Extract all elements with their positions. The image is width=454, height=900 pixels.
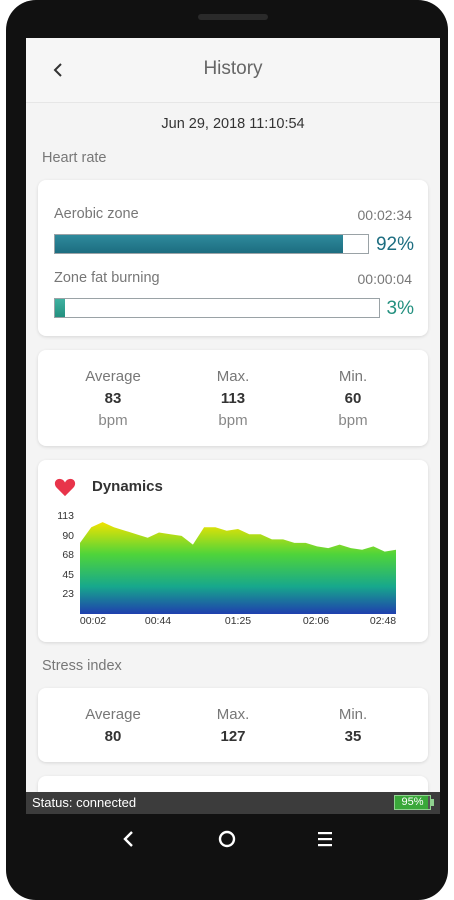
stat-value: 113	[220, 390, 246, 407]
zone-name-aerobic: Aerobic zone	[54, 206, 139, 222]
system-nav-bar	[6, 814, 454, 864]
stat-label: Max.	[216, 368, 250, 385]
stat-value: 35	[344, 728, 362, 745]
stat-unit: bpm	[338, 412, 368, 429]
stat-max: Max. 113 bpm	[173, 366, 293, 432]
dynamics-card: Dynamics 113 90 68 45 23 00:02 00:44 01:…	[38, 460, 428, 642]
x-tick-label: 00:44	[144, 615, 172, 627]
battery-indicator: 95%	[394, 795, 431, 810]
stat-average: Average 83 bpm	[53, 366, 173, 432]
stat-label: Min.	[338, 368, 368, 385]
stat-unit: bpm	[98, 412, 128, 429]
nav-menu-icon	[318, 832, 332, 847]
stress-stat-average: Average 80	[53, 704, 173, 748]
nav-home-button[interactable]	[212, 824, 242, 854]
fat-burning-zone-bar	[54, 298, 380, 318]
heart-zones-card: Aerobic zone 00:02:34 92% Zone fat burni…	[38, 180, 428, 336]
speaker-grille	[198, 14, 268, 20]
y-tick-label: 113	[57, 510, 74, 522]
fat-burning-zone-bar-fill	[55, 299, 65, 317]
stat-label: Average	[85, 368, 141, 385]
y-tick-label: 68	[62, 549, 74, 561]
stress-stats-card: Average 80 Max. 127 Min. 35	[38, 688, 428, 762]
page-title: History	[203, 58, 263, 79]
connection-status-text: Status: connected	[32, 795, 137, 810]
aerobic-zone-percent: 92%	[375, 234, 414, 255]
connection-status-bar: Status: connected 95%	[26, 792, 440, 814]
nav-menu-button[interactable]	[310, 824, 340, 854]
y-tick-label: 23	[62, 588, 74, 600]
dynamics-title: Dynamics	[92, 478, 163, 495]
aerobic-zone-bar	[54, 234, 369, 254]
heart-rate-label: Heart rate	[42, 150, 107, 166]
stat-unit: bpm	[218, 412, 248, 429]
x-tick-label: 01:25	[224, 615, 252, 627]
heart-icon	[54, 478, 76, 497]
aerobic-zone-bar-fill	[55, 235, 343, 253]
app-header: History	[26, 38, 440, 103]
x-tick-label: 02:06	[302, 615, 330, 627]
stress-stat-min: Min. 35	[293, 704, 413, 748]
session-date: Jun 29, 2018 11:10:54	[161, 116, 305, 132]
zone-name-fat-burning: Zone fat burning	[54, 270, 160, 286]
phone-frame: History Jun 29, 2018 11:10:54 Heart rate…	[6, 0, 448, 900]
stress-index-label: Stress index	[42, 658, 122, 674]
zone-time-fat-burning: 00:00:04	[357, 271, 413, 287]
nav-home-icon	[218, 830, 236, 848]
nav-back-button[interactable]	[114, 824, 144, 854]
stat-label: Average	[85, 706, 141, 723]
stat-value: 60	[344, 390, 362, 407]
stat-label: Min.	[338, 706, 368, 723]
zone-time-aerobic: 00:02:34	[357, 207, 413, 223]
stat-min: Min. 60 bpm	[293, 366, 413, 432]
stat-value: 83	[104, 390, 122, 407]
y-tick-label: 45	[62, 569, 74, 581]
x-tick-label: 02:48	[369, 615, 397, 627]
heart-rate-stats-card: Average 83 bpm Max. 113 bpm Min. 60 bpm	[38, 350, 428, 446]
app-screen: History Jun 29, 2018 11:10:54 Heart rate…	[26, 38, 440, 814]
stat-value: 80	[104, 728, 122, 745]
stat-label: Max.	[216, 706, 250, 723]
y-tick-label: 90	[62, 530, 74, 542]
x-tick-label: 00:02	[79, 615, 107, 627]
nav-back-icon	[123, 831, 133, 847]
dynamics-chart	[80, 522, 396, 614]
heart-rate-area-series	[80, 522, 396, 614]
battery-tip	[431, 799, 434, 806]
stat-value: 127	[220, 728, 246, 745]
fat-burning-zone-percent: 3%	[386, 298, 414, 319]
stress-stat-max: Max. 127	[173, 704, 293, 748]
